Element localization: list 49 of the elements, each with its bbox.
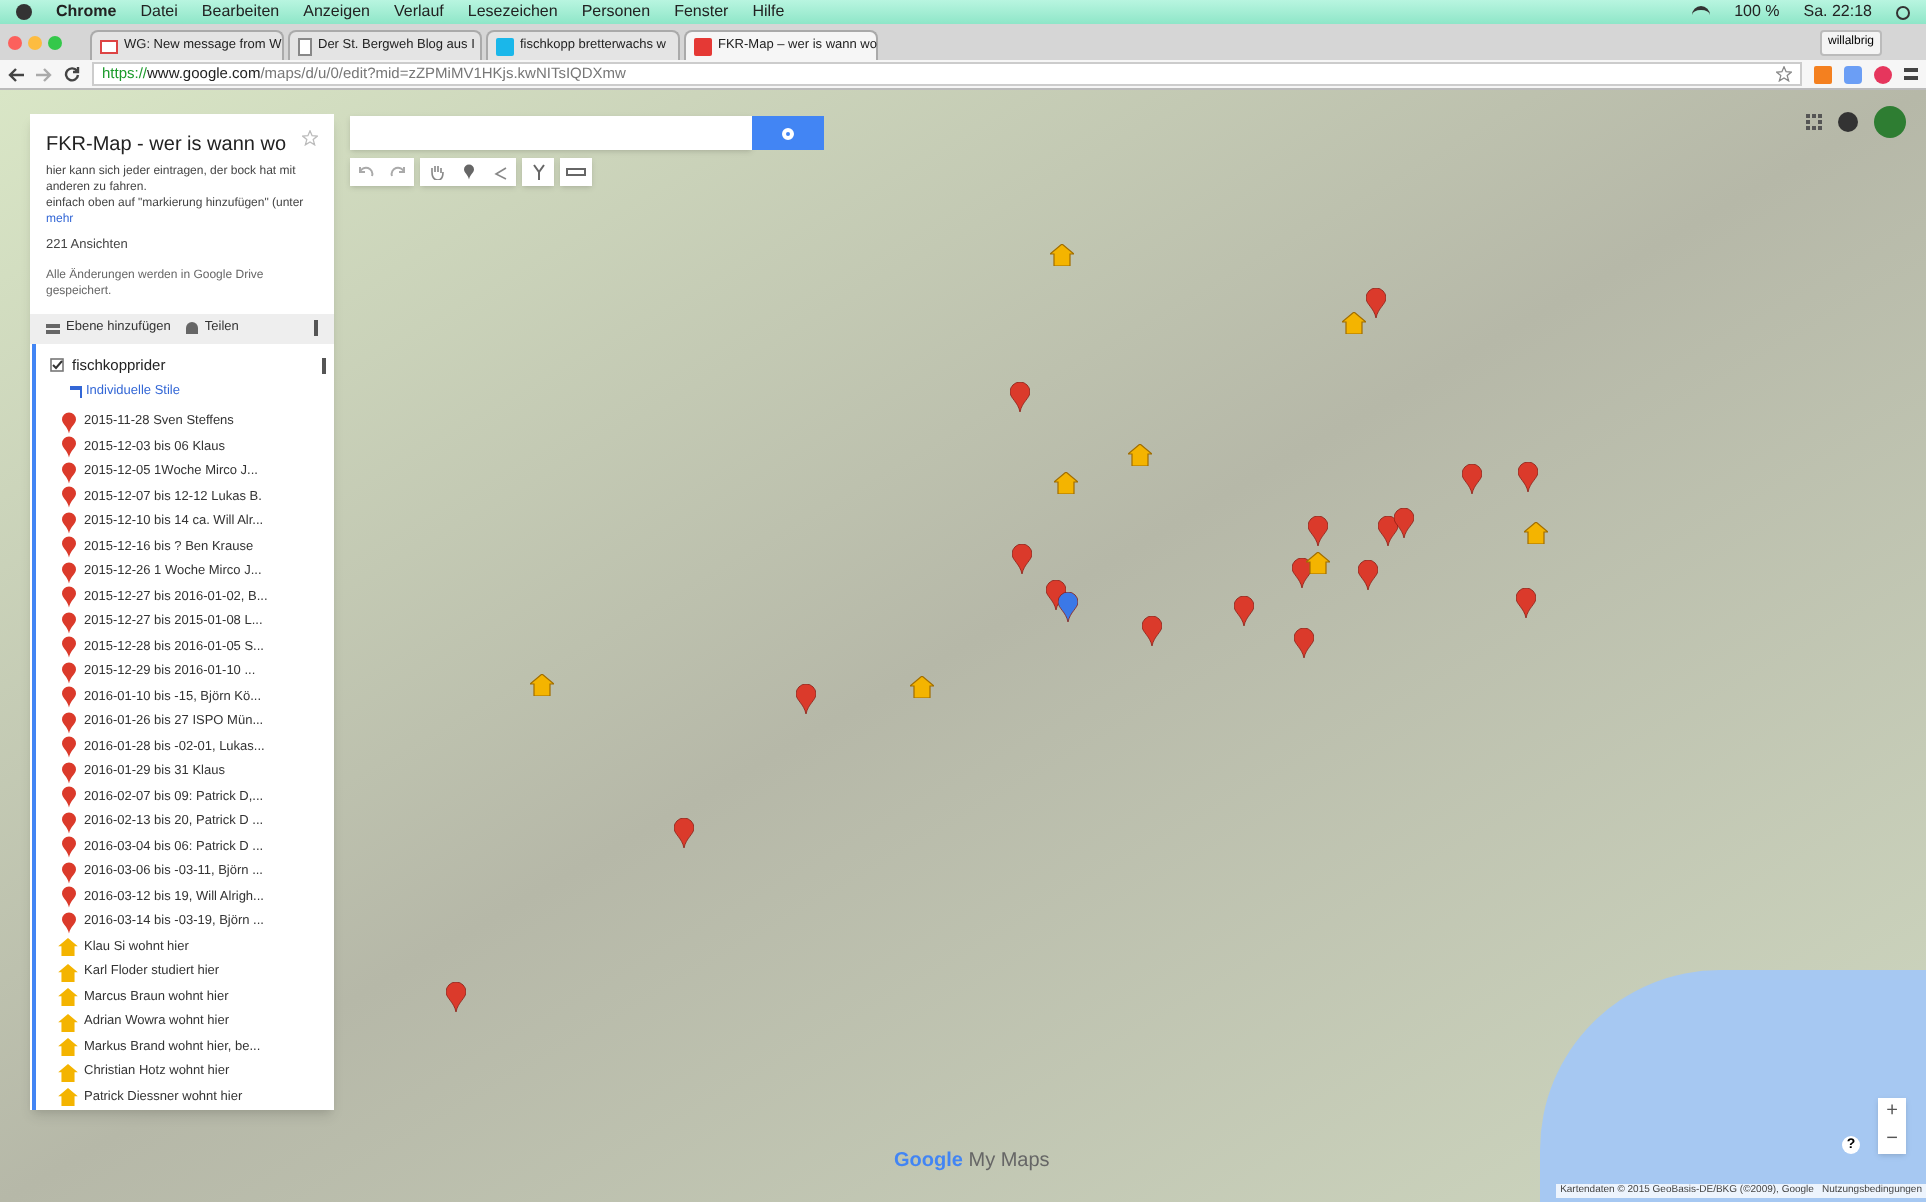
directions-button[interactable]: [522, 158, 554, 186]
avatar-icon[interactable]: [1874, 106, 1906, 138]
zoom-in-button[interactable]: +: [1878, 1098, 1906, 1126]
menu-item[interactable]: Fenster: [674, 0, 729, 24]
map-title: FKR-Map - wer is wann wo: [46, 132, 289, 160]
house-marker-icon[interactable]: [1306, 552, 1330, 574]
house-marker-icon[interactable]: [1524, 522, 1548, 544]
route-icon: [531, 164, 545, 180]
close-window-icon[interactable]: [8, 35, 22, 49]
map-logo: Google My Maps: [894, 1148, 1050, 1176]
menu-item[interactable]: Verlauf: [393, 0, 444, 24]
menu-item[interactable]: Hilfe: [752, 0, 785, 24]
house-marker-icon[interactable]: [910, 676, 934, 698]
menu-item[interactable]: Bearbeiten: [201, 0, 280, 24]
ruler-icon[interactable]: [560, 158, 592, 186]
page-icon: [298, 37, 312, 55]
battery-reading[interactable]: 100 %: [1734, 0, 1780, 24]
house-marker-icon[interactable]: [530, 674, 554, 696]
search-button[interactable]: [752, 116, 824, 150]
menu-icon[interactable]: [1904, 68, 1918, 80]
house-marker-icon[interactable]: [1050, 244, 1074, 266]
forward-icon[interactable]: [36, 67, 52, 81]
star-icon[interactable]: [302, 130, 318, 146]
search-icon: [782, 127, 794, 139]
menu-item[interactable]: Datei: [140, 0, 178, 24]
hand-icon: [429, 164, 443, 180]
app-icon: [496, 37, 514, 55]
house-marker-icon[interactable]: [1128, 444, 1152, 466]
house-marker-icon[interactable]: [1054, 472, 1078, 494]
house-marker-icon[interactable]: [1342, 312, 1366, 334]
clock[interactable]: Sa. 22:18: [1803, 0, 1872, 24]
undo-icon: [358, 166, 374, 178]
search-icon[interactable]: [1896, 5, 1910, 19]
apps-grid-icon[interactable]: [1806, 114, 1822, 130]
search-field[interactable]: [350, 116, 752, 150]
menu-item[interactable]: Personen: [581, 0, 651, 24]
menu-item[interactable]: Anzeigen: [303, 0, 370, 24]
line-icon: [493, 165, 507, 179]
star-icon[interactable]: [1776, 66, 1792, 82]
mail-icon: [100, 39, 118, 53]
pin-icon: [463, 164, 473, 180]
redo-icon: [390, 166, 406, 178]
layer-checkbox[interactable]: [50, 358, 64, 373]
back-icon[interactable]: [8, 67, 24, 81]
zoom-out-button[interactable]: −: [1878, 1126, 1906, 1154]
layers-icon: [46, 323, 60, 334]
reload-icon[interactable]: [64, 66, 80, 82]
menu-item[interactable]: Lesezeichen: [467, 0, 558, 24]
app-menu[interactable]: Chrome: [56, 0, 117, 24]
